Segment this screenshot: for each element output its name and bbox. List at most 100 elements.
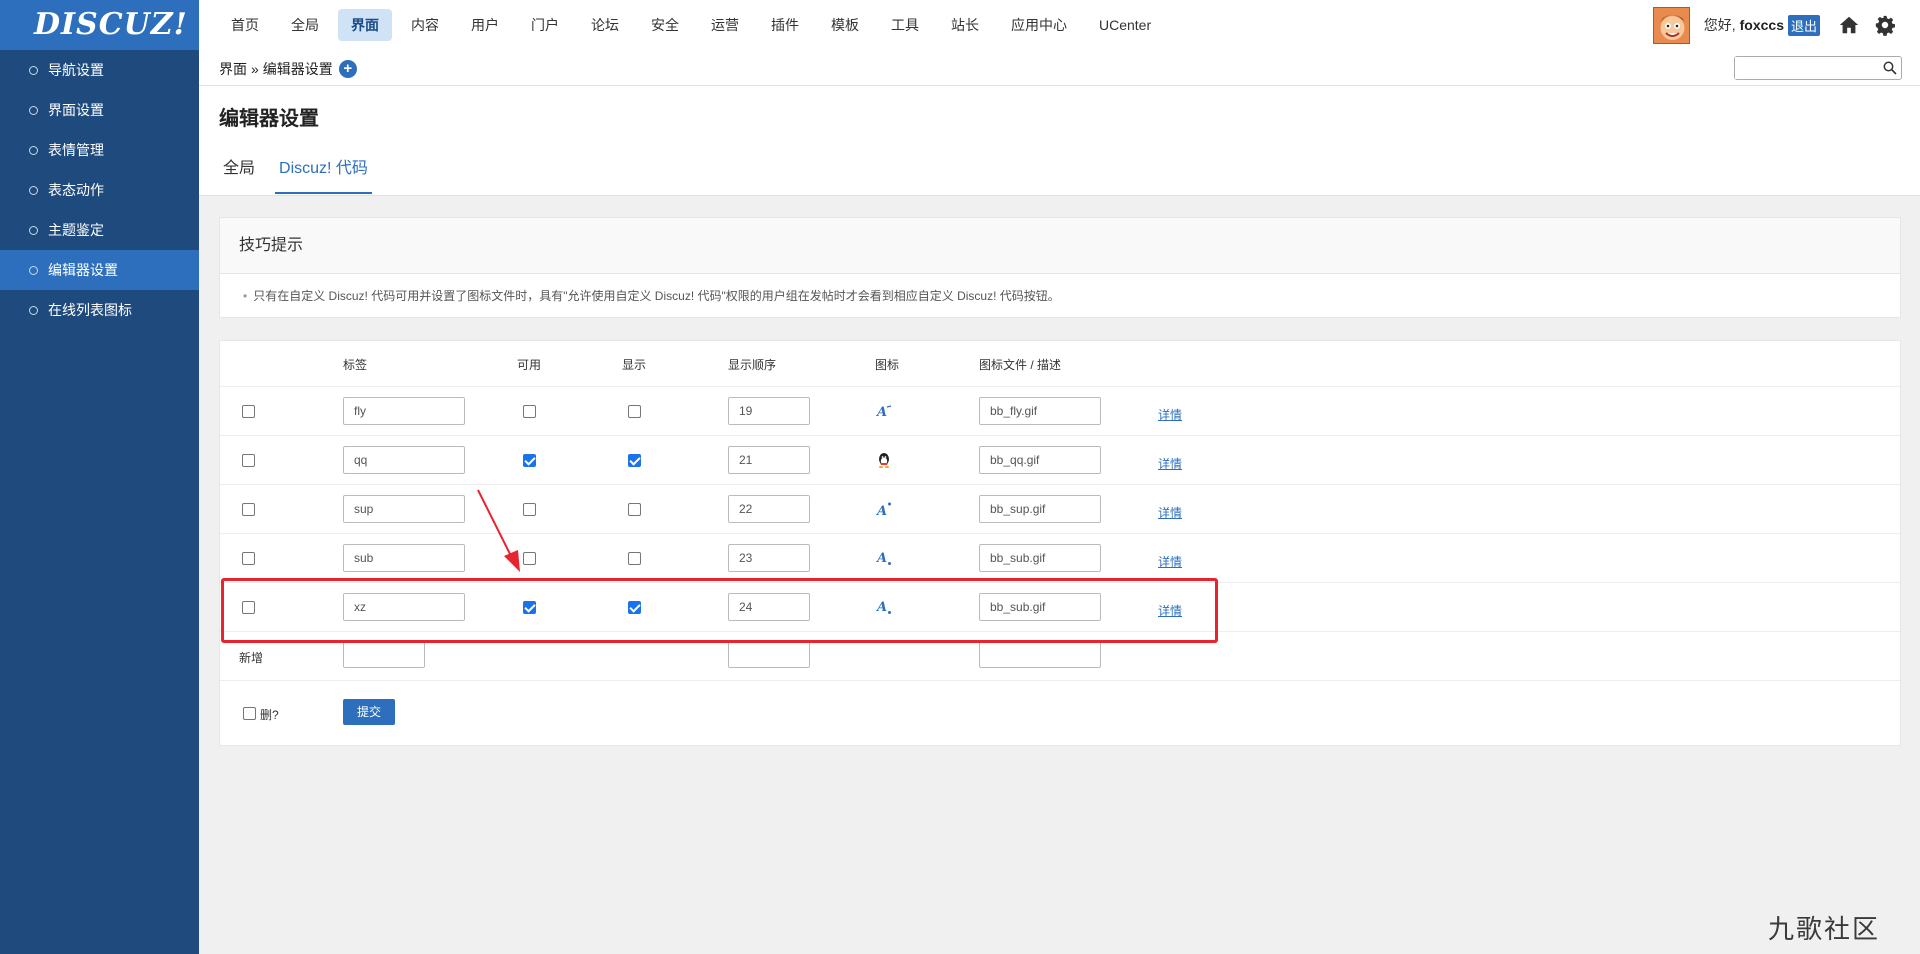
- shown-checkbox[interactable]: [628, 601, 641, 614]
- row-select-checkbox[interactable]: [242, 454, 255, 467]
- enabled-checkbox[interactable]: [523, 405, 536, 418]
- enabled-checkbox[interactable]: [523, 601, 536, 614]
- top-nav: 首页 全局 界面 内容 用户 门户 论坛 安全 运营 插件 模板 工具 站长 应…: [218, 9, 1170, 41]
- tag-input[interactable]: qq: [343, 446, 465, 474]
- sidebar-item-online-icons[interactable]: 在线列表图标: [0, 290, 199, 330]
- tag-input[interactable]: sup: [343, 495, 465, 523]
- row-select-checkbox[interactable]: [242, 601, 255, 614]
- tag-input[interactable]: fly: [343, 397, 465, 425]
- order-input[interactable]: 23: [728, 544, 810, 572]
- tag-input[interactable]: xz: [343, 593, 465, 621]
- submit-button[interactable]: 提交: [343, 699, 395, 725]
- nav-app-center[interactable]: 应用中心: [998, 9, 1080, 41]
- add-shortcut-button[interactable]: +: [338, 60, 357, 78]
- sidebar-item-smilies[interactable]: 表情管理: [0, 130, 199, 170]
- nav-interface[interactable]: 界面: [338, 9, 392, 41]
- user-box: 您好, foxccs 退出: [1652, 0, 1920, 50]
- nav-portal[interactable]: 门户: [518, 9, 572, 41]
- sidebar-item-label: 表情管理: [48, 142, 104, 158]
- shown-checkbox[interactable]: [628, 552, 641, 565]
- breadcrumb-section[interactable]: 界面: [219, 59, 247, 79]
- nav-global[interactable]: 全局: [278, 9, 332, 41]
- username[interactable]: foxccs: [1740, 17, 1784, 33]
- circle-icon: [29, 105, 38, 115]
- detail-link[interactable]: 详情: [1158, 455, 1182, 472]
- discuz-code-table: 标签 可用 显示 显示顺序 图标 图标文件 / 描述 fly 19 A bb_f…: [219, 340, 1901, 746]
- detail-link[interactable]: 详情: [1158, 504, 1182, 521]
- font-fly-icon: A: [876, 405, 892, 419]
- order-input[interactable]: 24: [728, 593, 810, 621]
- nav-templates[interactable]: 模板: [818, 9, 872, 41]
- icon-file-input[interactable]: bb_sub.gif: [979, 593, 1101, 621]
- nav-tools[interactable]: 工具: [878, 9, 932, 41]
- search-input[interactable]: [1735, 57, 1875, 79]
- icon-file-input[interactable]: bb_sub.gif: [979, 544, 1101, 572]
- svg-text:A: A: [876, 405, 887, 419]
- sidebar-item-label: 主题鉴定: [48, 222, 104, 238]
- circle-icon: [29, 225, 38, 235]
- tab-bar: 全局 Discuz! 代码: [219, 154, 388, 194]
- nav-users[interactable]: 用户: [458, 9, 512, 41]
- search-icon[interactable]: [1883, 61, 1897, 75]
- shown-checkbox[interactable]: [628, 503, 641, 516]
- sidebar-item-interface-settings[interactable]: 界面设置: [0, 90, 199, 130]
- bullet-icon: •: [243, 289, 248, 303]
- logo[interactable]: DISCUZ!: [0, 0, 199, 50]
- sidebar-item-reactions[interactable]: 表态动作: [0, 170, 199, 210]
- avatar[interactable]: [1652, 6, 1690, 44]
- delete-label: 删?: [260, 708, 279, 722]
- shown-checkbox[interactable]: [628, 454, 641, 467]
- breadcrumb-bar: 界面 » 编辑器设置 +: [199, 50, 1920, 86]
- row-select-checkbox[interactable]: [242, 552, 255, 565]
- logout-button[interactable]: 退出: [1787, 14, 1820, 36]
- col-header-order: 显示顺序: [728, 358, 777, 372]
- new-order-input[interactable]: [728, 640, 810, 668]
- tab-discuz-code[interactable]: Discuz! 代码: [275, 154, 372, 194]
- icon-file-input[interactable]: bb_sup.gif: [979, 495, 1101, 523]
- detail-link[interactable]: 详情: [1158, 406, 1182, 423]
- nav-admin[interactable]: 站长: [938, 9, 992, 41]
- tips-text-row: • 只有在自定义 Discuz! 代码可用并设置了图标文件时，具有"允许使用自定义…: [220, 274, 1900, 304]
- sidebar-item-nav-settings[interactable]: 导航设置: [0, 50, 199, 90]
- circle-icon: [29, 305, 38, 315]
- new-icon-file-input[interactable]: [979, 640, 1101, 668]
- nav-plugins[interactable]: 插件: [758, 9, 812, 41]
- row-select-checkbox[interactable]: [242, 503, 255, 516]
- col-header-enabled: 可用: [517, 358, 542, 372]
- table-row: qq 21 bb_qq.gif 详情: [220, 436, 1900, 485]
- nav-content[interactable]: 内容: [398, 9, 452, 41]
- delete-checkbox[interactable]: [243, 707, 256, 720]
- shown-checkbox[interactable]: [628, 405, 641, 418]
- nav-ucenter[interactable]: UCenter: [1086, 9, 1164, 41]
- svg-text:A: A: [876, 600, 887, 615]
- sidebar-item-editor-settings[interactable]: 编辑器设置: [0, 250, 199, 290]
- table-row: sub 23 A bb_sub.gif 详情: [220, 534, 1900, 583]
- order-input[interactable]: 22: [728, 495, 810, 523]
- sidebar-item-thread-stamps[interactable]: 主题鉴定: [0, 210, 199, 250]
- gear-icon[interactable]: [1874, 14, 1896, 36]
- order-input[interactable]: 21: [728, 446, 810, 474]
- enabled-checkbox[interactable]: [523, 552, 536, 565]
- nav-security[interactable]: 安全: [638, 9, 692, 41]
- nav-operations[interactable]: 运营: [698, 9, 752, 41]
- nav-home[interactable]: 首页: [218, 9, 272, 41]
- nav-forum[interactable]: 论坛: [578, 9, 632, 41]
- table-row: sup 22 A bb_sup.gif 详情: [220, 485, 1900, 534]
- enabled-checkbox[interactable]: [523, 454, 536, 467]
- detail-link[interactable]: 详情: [1158, 553, 1182, 570]
- order-input[interactable]: 19: [728, 397, 810, 425]
- detail-link[interactable]: 详情: [1158, 602, 1182, 619]
- tab-global[interactable]: 全局: [219, 154, 259, 194]
- row-select-checkbox[interactable]: [242, 405, 255, 418]
- new-tag-input[interactable]: [343, 640, 425, 668]
- tag-input[interactable]: sub: [343, 544, 465, 572]
- table-row: xz 24 A bb_sub.gif 详情: [220, 583, 1900, 632]
- icon-file-input[interactable]: bb_fly.gif: [979, 397, 1101, 425]
- circle-icon: [29, 185, 38, 195]
- sidebar-item-label: 编辑器设置: [48, 262, 118, 278]
- col-header-file: 图标文件 / 描述: [979, 358, 1062, 372]
- home-icon[interactable]: [1838, 14, 1860, 36]
- col-header-tag: 标签: [343, 358, 368, 372]
- icon-file-input[interactable]: bb_qq.gif: [979, 446, 1101, 474]
- enabled-checkbox[interactable]: [523, 503, 536, 516]
